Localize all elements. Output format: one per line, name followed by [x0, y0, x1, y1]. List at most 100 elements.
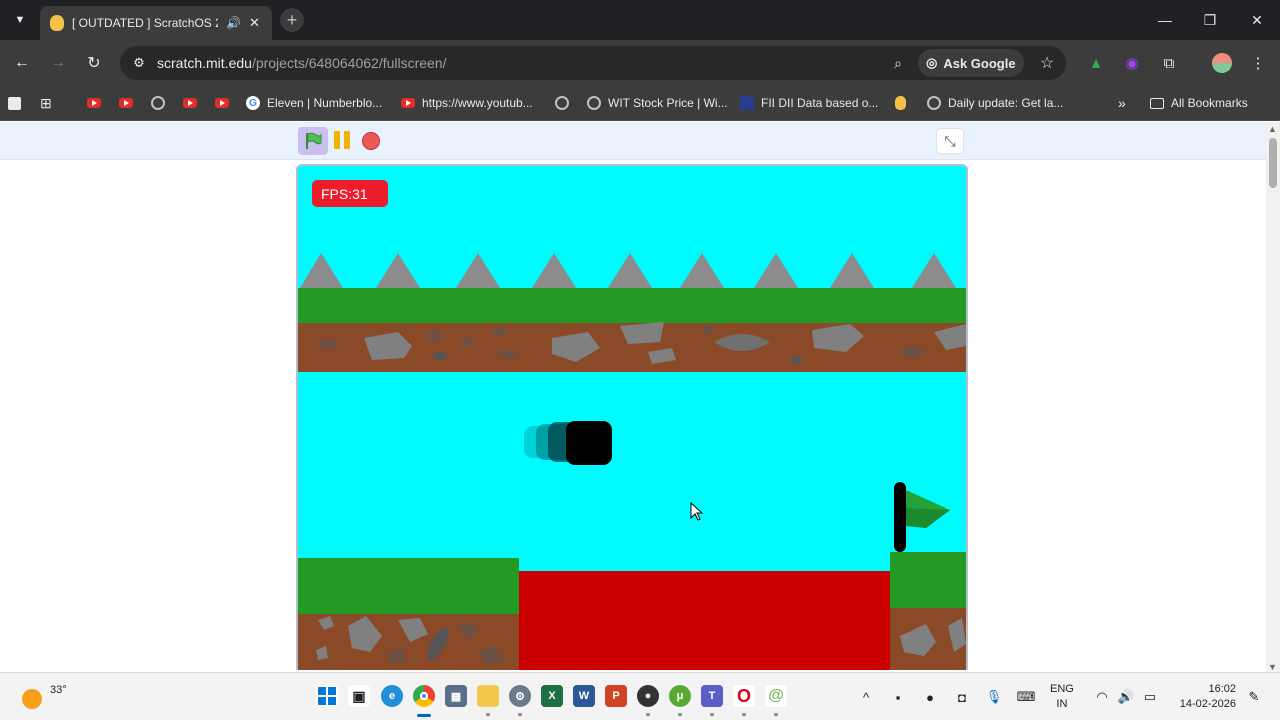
- youtube-icon: [119, 98, 133, 108]
- wifi-icon[interactable]: ◠: [1092, 687, 1112, 707]
- new-tab-button[interactable]: +: [280, 8, 304, 32]
- pause-bar: [334, 131, 340, 149]
- start-icon[interactable]: [316, 685, 338, 707]
- page-scrollbar[interactable]: ▲ ▼: [1266, 122, 1280, 672]
- url-text[interactable]: scratch.mit.edu/projects/648064062/fulls…: [157, 55, 447, 71]
- extension-brain-icon[interactable]: ◉: [1120, 51, 1144, 75]
- language-indicator[interactable]: ENG IN: [1050, 682, 1074, 712]
- ceiling-grass: [298, 288, 966, 323]
- bookmark-youtube-4[interactable]: [215, 92, 229, 114]
- bookmark-globe[interactable]: [151, 92, 165, 114]
- more-bookmarks-icon[interactable]: »: [1118, 92, 1126, 114]
- scratch-favicon-icon: [895, 96, 906, 110]
- tray-app-2-icon[interactable]: ◘: [952, 687, 972, 707]
- restore-icon[interactable]: ❐: [1198, 8, 1222, 32]
- site-info-icon[interactable]: ⚙: [130, 54, 148, 72]
- exit-fullscreen-button[interactable]: ⤡: [936, 128, 964, 154]
- chrome-icon[interactable]: [413, 685, 435, 707]
- lens-icon: ◎: [926, 55, 938, 70]
- profile-avatar[interactable]: [1210, 51, 1234, 75]
- show-hidden-icons-icon[interactable]: ^: [856, 687, 876, 707]
- scratch-favicon-icon: [50, 15, 64, 31]
- address-bar[interactable]: ⚙ scratch.mit.edu/projects/648064062/ful…: [120, 46, 1066, 80]
- scroll-thumb[interactable]: [1269, 138, 1277, 188]
- clock[interactable]: 16:02 14-02-2026: [1170, 682, 1236, 712]
- youtube-icon: [87, 98, 101, 108]
- close-tab-icon[interactable]: ✕: [249, 15, 260, 31]
- all-bookmarks-folder[interactable]: All Bookmarks: [1150, 92, 1248, 114]
- bookmark-item-5[interactable]: Daily update: Get la...: [927, 92, 1063, 114]
- ask-google-button[interactable]: ◎ Ask Google: [918, 49, 1024, 77]
- bookmark-item-1[interactable]: G Eleven | Numberblo...: [246, 92, 382, 114]
- search-icon[interactable]: ⌕: [888, 53, 908, 73]
- bookmark-globe-2[interactable]: [555, 92, 569, 114]
- scroll-up-icon[interactable]: ▲: [1268, 124, 1277, 134]
- mouse-cursor-icon: [690, 502, 704, 521]
- youtube-icon: [183, 98, 197, 108]
- bookmarks-bar: ⊞ G Eleven | Numberblo... https://www.you…: [0, 86, 1280, 121]
- extensions-icon[interactable]: ⧉: [1157, 51, 1181, 75]
- obs-tray-icon[interactable]: ●: [920, 687, 940, 707]
- globe-icon: [587, 96, 601, 110]
- back-icon[interactable]: ←: [10, 51, 34, 75]
- keyboard-icon[interactable]: ⌨: [1016, 687, 1036, 707]
- bookmark-youtube-1[interactable]: [87, 92, 101, 114]
- project-controls-bar: ⤡: [0, 122, 1266, 160]
- obs-icon[interactable]: ●: [637, 685, 659, 707]
- word-icon[interactable]: W: [573, 685, 595, 707]
- fps-counter: FPS:31: [312, 180, 388, 207]
- file-explorer-icon[interactable]: [477, 685, 499, 707]
- bookmark-item-2[interactable]: https://www.youtub...: [401, 92, 533, 114]
- bookmark-youtube-3[interactable]: [183, 92, 197, 114]
- stop-button[interactable]: [362, 132, 380, 150]
- bookmark-scratch[interactable]: [895, 92, 906, 114]
- youtube-icon: [401, 98, 415, 108]
- bookmark-item-4[interactable]: FII DII Data based o...: [740, 92, 878, 114]
- bookmark-star-icon[interactable]: ☆: [1036, 52, 1058, 74]
- app-icon[interactable]: @: [765, 685, 787, 707]
- volume-icon[interactable]: 🔊: [1116, 687, 1136, 707]
- pause-button[interactable]: [332, 131, 352, 151]
- powerpoint-icon[interactable]: P: [605, 685, 627, 707]
- task-view-icon[interactable]: ▣: [348, 685, 370, 707]
- settings-icon[interactable]: ⚙: [509, 685, 531, 707]
- running-indicator: [646, 713, 650, 716]
- tab-search-icon[interactable]: ▼: [8, 8, 32, 32]
- teams-icon[interactable]: T: [701, 685, 723, 707]
- running-indicator: [742, 713, 746, 716]
- bookmark-item-3[interactable]: WIT Stock Price | Wi...: [587, 92, 728, 114]
- close-window-icon[interactable]: ✕: [1245, 8, 1269, 32]
- reload-icon[interactable]: ↻: [82, 51, 106, 75]
- notifications-icon[interactable]: ✎: [1244, 687, 1264, 707]
- green-flag-button[interactable]: [298, 127, 328, 155]
- calculator-icon[interactable]: ▦: [445, 685, 467, 707]
- scroll-down-icon[interactable]: ▼: [1268, 662, 1277, 672]
- grid-icon[interactable]: ⊞: [40, 92, 52, 114]
- forward-icon[interactable]: →: [46, 51, 70, 75]
- google-drive-icon[interactable]: ▲: [1084, 51, 1108, 75]
- youtube-icon: [215, 98, 229, 108]
- green-flag-icon: [306, 132, 322, 149]
- browser-toolbar: ← → ↻ ⚙ scratch.mit.edu/projects/6480640…: [0, 40, 1280, 86]
- left-grass: [298, 558, 519, 614]
- microphone-icon[interactable]: 🎙: [984, 687, 1004, 707]
- tray-app-icon[interactable]: ▪: [888, 687, 908, 707]
- temperature: 33°: [50, 684, 67, 696]
- utorrent-icon[interactable]: μ: [669, 685, 691, 707]
- battery-icon[interactable]: ▭: [1140, 687, 1160, 707]
- game-stage[interactable]: FPS:31: [296, 164, 968, 670]
- apps-icon[interactable]: [8, 92, 21, 114]
- edge-icon[interactable]: e: [381, 685, 403, 707]
- browser-tab[interactable]: [ OUTDATED ] ScratchOS 2.0 🔊 ✕: [40, 6, 272, 40]
- speaker-icon[interactable]: 🔊: [226, 16, 241, 30]
- right-grass: [890, 552, 966, 608]
- weather-widget[interactable]: 33°: [20, 683, 67, 713]
- minimize-icon[interactable]: —: [1153, 8, 1177, 32]
- windows-taskbar: 33° ▣ e ▦ ⚙ X W P ● μ T O @ ^ ▪ ● ◘ 🎙 ⌨ …: [0, 672, 1280, 720]
- running-indicator: [678, 713, 682, 716]
- opera-icon[interactable]: O: [733, 685, 755, 707]
- excel-icon[interactable]: X: [541, 685, 563, 707]
- running-indicator: [710, 713, 714, 716]
- menu-icon[interactable]: ⋮: [1246, 51, 1270, 75]
- bookmark-youtube-2[interactable]: [119, 92, 133, 114]
